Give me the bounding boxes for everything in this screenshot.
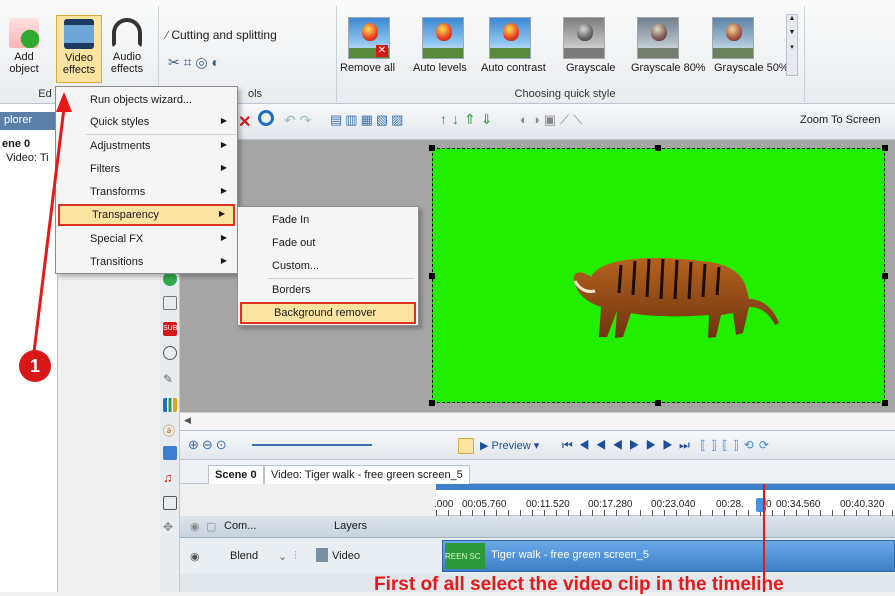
annotation-arrow [32, 92, 72, 353]
step-badge: 1 [19, 350, 51, 382]
annotation-caption: First of all select the video clip in th… [374, 574, 784, 595]
